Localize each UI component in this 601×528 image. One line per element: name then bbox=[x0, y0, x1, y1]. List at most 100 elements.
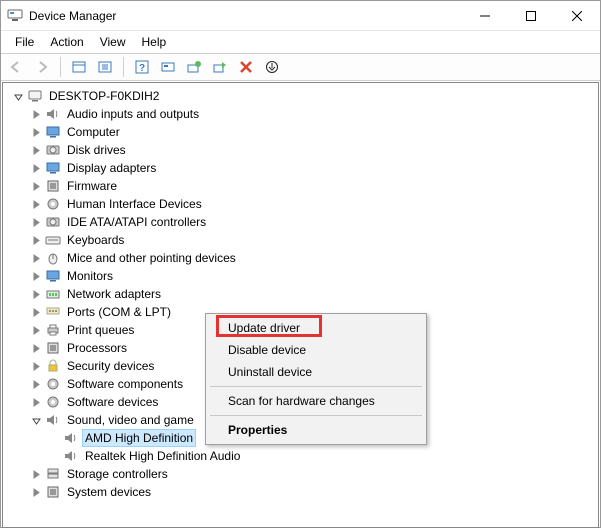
category-keyboards[interactable]: Keyboards bbox=[11, 231, 598, 249]
back-button[interactable] bbox=[5, 56, 27, 78]
speaker-icon bbox=[45, 412, 61, 428]
menu-bar: File Action View Help bbox=[1, 31, 600, 53]
expand-icon[interactable] bbox=[29, 377, 43, 391]
show-hide-console-button[interactable] bbox=[68, 56, 90, 78]
category-label: Audio inputs and outputs bbox=[65, 106, 201, 122]
expand-icon[interactable] bbox=[29, 341, 43, 355]
category-label: Processors bbox=[65, 340, 129, 356]
device-realtek-high-definition-audio[interactable]: Realtek High Definition Audio bbox=[11, 447, 598, 465]
minimize-button[interactable] bbox=[462, 1, 508, 31]
expand-icon[interactable] bbox=[29, 233, 43, 247]
scan-hardware-button[interactable] bbox=[157, 56, 179, 78]
category-label: Firmware bbox=[65, 178, 119, 194]
chip-icon bbox=[45, 340, 61, 356]
menu-view[interactable]: View bbox=[92, 33, 134, 51]
ctx-properties[interactable]: Properties bbox=[208, 419, 424, 441]
category-label: Disk drives bbox=[65, 142, 128, 158]
menu-action[interactable]: Action bbox=[42, 33, 91, 51]
ctx-separator bbox=[210, 415, 422, 416]
gear-icon bbox=[45, 394, 61, 410]
ctx-separator bbox=[210, 386, 422, 387]
title-bar: Device Manager bbox=[1, 1, 600, 31]
monitor-icon bbox=[45, 268, 61, 284]
category-system-devices[interactable]: System devices bbox=[11, 483, 598, 501]
expand-icon[interactable] bbox=[29, 305, 43, 319]
tree-panel: DESKTOP-F0KDIH2 Audio inputs and outputs… bbox=[2, 82, 599, 528]
category-monitors[interactable]: Monitors bbox=[11, 267, 598, 285]
category-human-interface-devices[interactable]: Human Interface Devices bbox=[11, 195, 598, 213]
category-label: Human Interface Devices bbox=[65, 196, 204, 212]
svg-text:?: ? bbox=[139, 63, 145, 74]
properties-button[interactable] bbox=[94, 56, 116, 78]
expand-icon[interactable] bbox=[29, 485, 43, 499]
expand-icon[interactable] bbox=[29, 197, 43, 211]
lock-icon bbox=[45, 358, 61, 374]
category-display-adapters[interactable]: Display adapters bbox=[11, 159, 598, 177]
device-manager-icon bbox=[7, 8, 23, 24]
menu-file[interactable]: File bbox=[7, 33, 42, 51]
expand-icon[interactable] bbox=[29, 323, 43, 337]
category-audio-inputs-and-outputs[interactable]: Audio inputs and outputs bbox=[11, 105, 598, 123]
ctx-disable-device[interactable]: Disable device bbox=[208, 339, 424, 361]
category-label: Mice and other pointing devices bbox=[65, 250, 238, 266]
network-icon bbox=[45, 286, 61, 302]
expand-icon[interactable] bbox=[29, 215, 43, 229]
monitor-icon bbox=[45, 124, 61, 140]
category-label: Sound, video and game bbox=[65, 412, 196, 428]
category-disk-drives[interactable]: Disk drives bbox=[11, 141, 598, 159]
device-label: Realtek High Definition Audio bbox=[83, 448, 242, 464]
uninstall-device-button[interactable] bbox=[235, 56, 257, 78]
expand-icon[interactable] bbox=[29, 143, 43, 157]
category-label: IDE ATA/ATAPI controllers bbox=[65, 214, 208, 230]
help-button[interactable]: ? bbox=[131, 56, 153, 78]
expand-icon[interactable] bbox=[29, 287, 43, 301]
category-ide-ata-atapi-controllers[interactable]: IDE ATA/ATAPI controllers bbox=[11, 213, 598, 231]
ctx-uninstall-device[interactable]: Uninstall device bbox=[208, 361, 424, 383]
category-network-adapters[interactable]: Network adapters bbox=[11, 285, 598, 303]
expand-icon[interactable] bbox=[29, 413, 43, 427]
storage-icon bbox=[45, 466, 61, 482]
device-tree[interactable]: DESKTOP-F0KDIH2 Audio inputs and outputs… bbox=[3, 83, 598, 527]
chip-icon bbox=[45, 484, 61, 500]
collapse-icon[interactable] bbox=[11, 89, 25, 103]
expand-icon[interactable] bbox=[29, 359, 43, 373]
ctx-update-driver[interactable]: Update driver bbox=[208, 317, 424, 339]
close-button[interactable] bbox=[554, 1, 600, 31]
maximize-button[interactable] bbox=[508, 1, 554, 31]
forward-button[interactable] bbox=[31, 56, 53, 78]
category-label: Security devices bbox=[65, 358, 156, 374]
category-label: Storage controllers bbox=[65, 466, 170, 482]
port-icon bbox=[45, 304, 61, 320]
disk-icon bbox=[45, 142, 61, 158]
category-label: Network adapters bbox=[65, 286, 163, 302]
expand-icon[interactable] bbox=[29, 467, 43, 481]
tree-root[interactable]: DESKTOP-F0KDIH2 bbox=[11, 87, 598, 105]
expand-icon[interactable] bbox=[29, 125, 43, 139]
gear-icon bbox=[45, 196, 61, 212]
tree-root-label: DESKTOP-F0KDIH2 bbox=[47, 88, 161, 104]
device-label: AMD High Definition bbox=[83, 430, 195, 446]
enable-device-button[interactable] bbox=[209, 56, 231, 78]
ctx-scan-hardware[interactable]: Scan for hardware changes bbox=[208, 390, 424, 412]
category-computer[interactable]: Computer bbox=[11, 123, 598, 141]
menu-help[interactable]: Help bbox=[134, 33, 175, 51]
expand-icon[interactable] bbox=[29, 107, 43, 121]
category-firmware[interactable]: Firmware bbox=[11, 177, 598, 195]
mouse-icon bbox=[45, 250, 61, 266]
category-label: System devices bbox=[65, 484, 153, 500]
expand-icon[interactable] bbox=[29, 395, 43, 409]
window-controls bbox=[462, 1, 600, 30]
category-label: Computer bbox=[65, 124, 122, 140]
expand-icon[interactable] bbox=[29, 161, 43, 175]
gear-icon bbox=[45, 376, 61, 392]
printer-icon bbox=[45, 322, 61, 338]
category-mice-and-other-pointing-devices[interactable]: Mice and other pointing devices bbox=[11, 249, 598, 267]
expand-icon[interactable] bbox=[29, 251, 43, 265]
expand-icon[interactable] bbox=[29, 179, 43, 193]
context-menu: Update driver Disable device Uninstall d… bbox=[205, 313, 427, 445]
category-storage-controllers[interactable]: Storage controllers bbox=[11, 465, 598, 483]
expand-icon[interactable] bbox=[29, 269, 43, 283]
disable-device-button[interactable] bbox=[261, 56, 283, 78]
speaker-icon bbox=[63, 430, 79, 446]
update-driver-button[interactable] bbox=[183, 56, 205, 78]
